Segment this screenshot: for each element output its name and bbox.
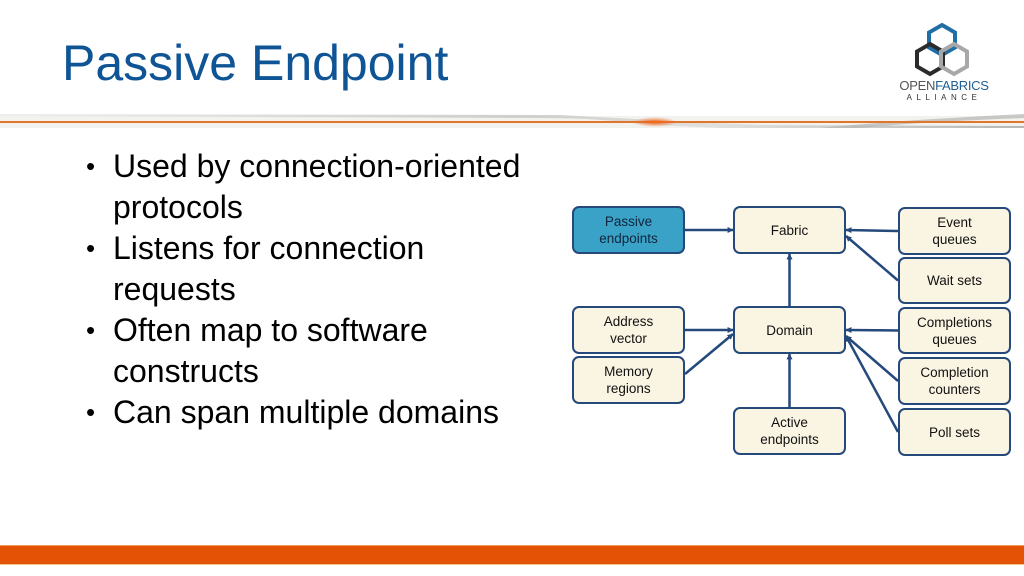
node-completion-counters: Completion counters (898, 357, 1011, 405)
node-event-queues: Event queues (898, 207, 1011, 255)
edge-memory-regions-to-domain (684, 333, 734, 375)
edge-poll-sets-to-domain (844, 335, 900, 433)
node-wait-sets: Wait sets (898, 257, 1011, 304)
node-fabric: Fabric (733, 206, 846, 254)
edge-completions-queues-to-domain (845, 327, 899, 334)
node-passive-endpoints: Passive endpoints (572, 206, 685, 254)
node-domain: Domain (733, 306, 846, 354)
node-memory-regions: Memory regions (572, 356, 685, 404)
node-active-endpoints: Active endpoints (733, 407, 846, 455)
node-completions-queues: Completions queues (898, 307, 1011, 354)
edge-event-queues-to-fabric (845, 227, 899, 234)
edge-completion-counters-to-domain (845, 335, 899, 382)
edge-wait-sets-to-fabric (845, 235, 899, 282)
footer-accent-bar (0, 545, 1024, 565)
node-poll-sets: Poll sets (898, 408, 1011, 456)
node-address-vector: Address vector (572, 306, 685, 354)
architecture-diagram (684, 227, 900, 433)
